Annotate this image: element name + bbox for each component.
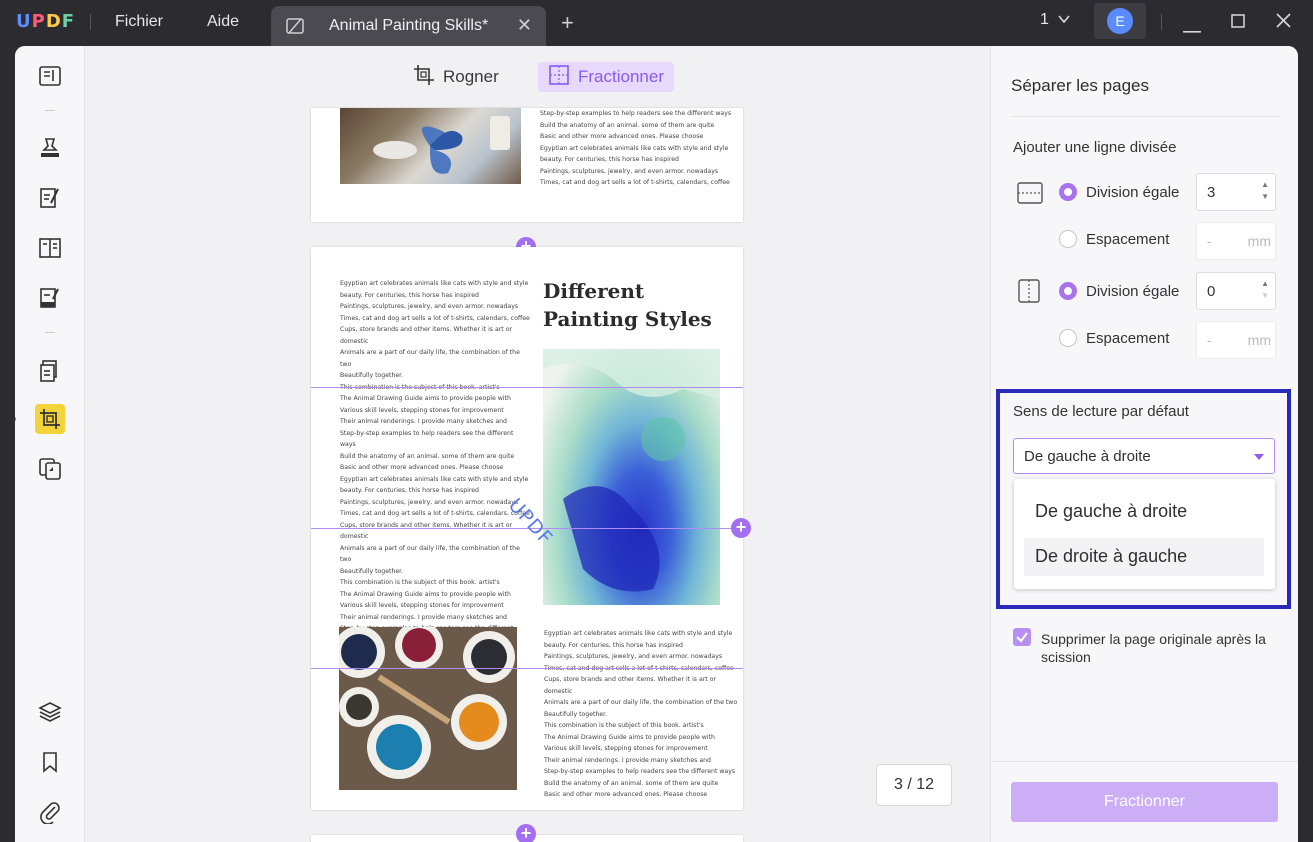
stepper-down-icon[interactable]: ▼ [1261, 291, 1269, 300]
horizontal-equal-radio[interactable] [1059, 183, 1077, 201]
page-counter[interactable]: 3 / 12 [876, 764, 952, 806]
divider [45, 110, 55, 111]
add-line-label: Ajouter une ligne divisée [1013, 139, 1177, 156]
crop-split-icon[interactable] [35, 404, 65, 434]
horizontal-spacing-label: Espacement [1086, 231, 1170, 248]
account-button[interactable]: E [1094, 3, 1146, 39]
paint-cans-image [339, 627, 517, 790]
butterfly-painting-image [340, 108, 521, 184]
add-split-line-icon[interactable]: + [731, 518, 751, 538]
stepper-down-icon[interactable]: ▼ [1261, 192, 1269, 201]
active-indicator [15, 416, 16, 422]
divider [90, 14, 91, 30]
vertical-spacing-input[interactable]: - mm [1196, 321, 1276, 359]
page-tools-bar: Rogner Fractionner [85, 46, 990, 108]
window-count[interactable]: 1 [1040, 11, 1049, 29]
attachment-icon[interactable] [35, 797, 65, 827]
document-edit-icon [285, 16, 305, 41]
horizontal-count-value: 3 [1207, 184, 1216, 201]
document-canvas: Rogner Fractionner Step-by-step examples… [85, 46, 990, 842]
vertical-spacing-label: Espacement [1086, 330, 1170, 347]
crop-icon [413, 64, 435, 91]
close-tab-icon[interactable]: ✕ [517, 15, 532, 36]
horizontal-count-input[interactable]: 3 ▲ ▼ [1196, 173, 1276, 211]
bookmark-icon[interactable] [35, 747, 65, 777]
vertical-spacing-radio[interactable] [1059, 329, 1077, 347]
updf-logo[interactable]: UPDF [16, 11, 75, 32]
avatar: E [1107, 8, 1133, 34]
divider [991, 761, 1298, 762]
divider [1011, 116, 1279, 117]
crop-tool-button[interactable]: Rogner [403, 62, 509, 92]
horizontal-spacing-radio[interactable] [1059, 230, 1077, 248]
form-icon[interactable] [35, 233, 65, 263]
page-text-bottom-right: Egyptian art celebrates animals like cat… [544, 630, 738, 798]
tab-title: Animal Painting Skills* [329, 17, 489, 34]
close-window-icon[interactable] [1276, 13, 1291, 33]
menu-fichier[interactable]: Fichier [115, 13, 163, 31]
maximize-icon[interactable] [1231, 14, 1245, 33]
delete-original-checkbox[interactable] [1013, 628, 1031, 646]
vertical-count-input[interactable]: 0 ▲ ▼ [1196, 272, 1276, 310]
comment-icon[interactable] [35, 133, 65, 163]
panel-title: Séparer les pages [1011, 76, 1149, 95]
chevron-down-icon[interactable] [1057, 12, 1071, 31]
spacing-placeholder: - [1207, 233, 1212, 249]
page-heading: Different Painting Styles [543, 279, 712, 331]
menu-aide[interactable]: Aide [207, 13, 239, 31]
document-tab[interactable]: Animal Painting Skills* ✕ [271, 6, 546, 46]
edit-pdf-icon[interactable] [35, 183, 65, 213]
horizontal-equal-label: Division égale [1086, 184, 1180, 201]
unit-label: mm [1247, 233, 1271, 249]
pdf-page-previous[interactable]: Step-by-step examples to help readers se… [311, 108, 743, 222]
page-text-left-column: Egyptian art celebrates animals like cat… [340, 280, 530, 667]
new-tab-icon[interactable]: + [561, 10, 574, 36]
vertical-count-value: 0 [1207, 283, 1216, 300]
split-line[interactable] [311, 387, 743, 388]
stepper-up-icon[interactable]: ▲ [1261, 180, 1269, 189]
add-split-line-icon[interactable]: + [516, 824, 536, 842]
vertical-equal-label: Division égale [1086, 283, 1180, 300]
vertical-equal-radio[interactable] [1059, 282, 1077, 300]
horizontal-spacing-input[interactable]: - mm [1196, 222, 1276, 260]
split-tool-label: Fractionner [578, 67, 664, 86]
unit-label: mm [1247, 332, 1271, 348]
spacing-placeholder: - [1207, 332, 1212, 348]
divider [1161, 14, 1162, 30]
split-line[interactable] [311, 668, 743, 669]
horizontal-split-icon [1017, 182, 1043, 209]
reader-icon[interactable] [35, 61, 65, 91]
left-toolbar [15, 46, 85, 842]
sign-icon[interactable] [35, 283, 65, 313]
stepper-up-icon[interactable]: ▲ [1261, 279, 1269, 288]
split-button[interactable]: Fractionner [1011, 782, 1278, 822]
title-bar: UPDF Fichier Aide Animal Painting Skills… [0, 0, 1313, 46]
vertical-split-icon [1018, 279, 1040, 308]
split-icon [548, 64, 570, 91]
minimize-icon[interactable] [1183, 20, 1201, 38]
divider [45, 332, 55, 333]
delete-original-label: Supprimer la page originale après la sci… [1041, 631, 1266, 665]
organize-pages-icon[interactable] [35, 356, 65, 386]
page-text-block: Step-by-step examples to help readers se… [540, 110, 732, 186]
convert-icon[interactable] [35, 454, 65, 484]
layers-icon[interactable] [35, 697, 65, 727]
split-tool-button[interactable]: Fractionner [538, 62, 674, 92]
highlight-box [996, 389, 1291, 609]
crop-tool-label: Rogner [443, 67, 499, 86]
